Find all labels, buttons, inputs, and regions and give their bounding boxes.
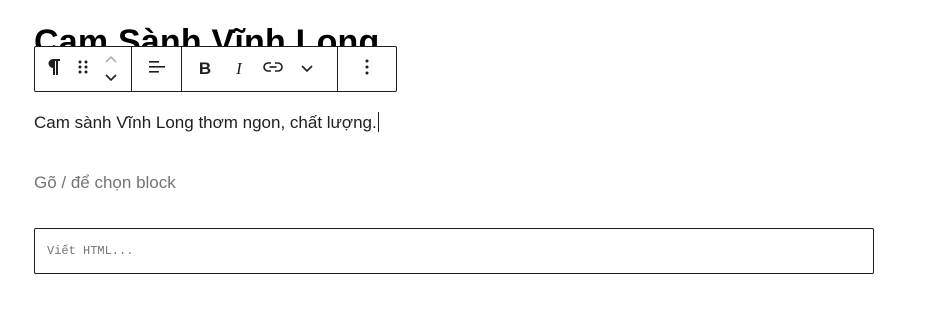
paragraph-text: Cam sành Vĩnh Long thơm ngon, chất lượng… — [34, 113, 377, 132]
drag-handle-icon — [77, 59, 89, 80]
bold-button[interactable]: B — [188, 47, 222, 91]
bold-label: B — [198, 59, 212, 78]
link-icon — [263, 60, 283, 78]
block-switcher-group — [35, 47, 132, 91]
editor-canvas: Cam Sành Vĩnh Long B I Cam sành Vĩnh Lon… — [0, 0, 926, 331]
move-down-button[interactable] — [104, 70, 118, 86]
html-block — [34, 228, 874, 274]
align-button[interactable] — [140, 47, 174, 91]
link-button[interactable] — [256, 47, 290, 91]
align-left-icon — [148, 60, 166, 79]
italic-label: I — [236, 59, 242, 78]
chevron-up-icon — [104, 51, 118, 69]
format-group: B I — [182, 47, 338, 91]
paragraph-icon — [47, 58, 61, 81]
more-vertical-icon — [365, 59, 369, 80]
drag-handle-button[interactable] — [68, 47, 97, 91]
chevron-down-icon — [300, 60, 314, 78]
move-up-button[interactable] — [104, 52, 118, 68]
html-input[interactable] — [35, 229, 873, 273]
chevron-down-icon — [104, 69, 118, 87]
text-caret — [377, 112, 379, 132]
options-button[interactable] — [350, 47, 384, 91]
block-type-button[interactable] — [39, 47, 68, 91]
block-mover — [98, 47, 125, 91]
block-appender[interactable]: Gõ / để chọn block — [34, 171, 176, 195]
more-formats-button[interactable] — [290, 47, 324, 91]
paragraph-block[interactable]: Cam sành Vĩnh Long thơm ngon, chất lượng… — [34, 111, 379, 135]
block-toolbar: B I — [34, 46, 397, 92]
options-group — [338, 47, 396, 91]
alignment-group — [132, 47, 182, 91]
italic-button[interactable]: I — [222, 47, 256, 91]
